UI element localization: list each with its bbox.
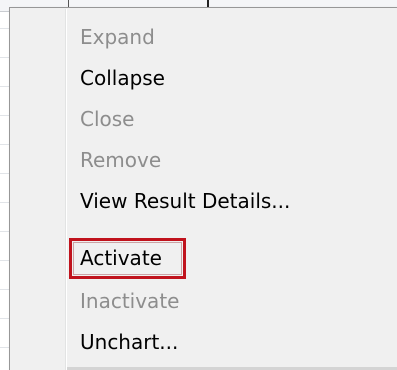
menu-item-label: Remove xyxy=(80,148,162,172)
menu-item-label: Inactivate xyxy=(80,289,180,313)
menu-item-label: Close xyxy=(80,107,135,131)
menu-item-label: Collapse xyxy=(80,66,165,90)
context-menu: Expand Collapse Close Remove View Result… xyxy=(9,7,397,370)
menu-item-remove: Remove xyxy=(12,140,396,180)
menu-item-unchart[interactable]: Unchart... xyxy=(12,322,396,362)
menu-item-inactivate: Inactivate xyxy=(12,281,396,321)
activate-highlight-box-inner xyxy=(73,242,182,275)
menu-item-label: View Result Details... xyxy=(80,189,291,213)
menu-item-label: Unchart... xyxy=(80,330,179,354)
menu-item-close: Close xyxy=(12,99,396,139)
menu-item-view-result-details[interactable]: View Result Details... xyxy=(12,181,396,221)
menu-item-expand: Expand xyxy=(12,17,396,57)
menu-item-collapse[interactable]: Collapse xyxy=(12,58,396,98)
menu-item-label: Expand xyxy=(80,25,155,49)
screen: Expand Collapse Close Remove View Result… xyxy=(0,0,397,370)
